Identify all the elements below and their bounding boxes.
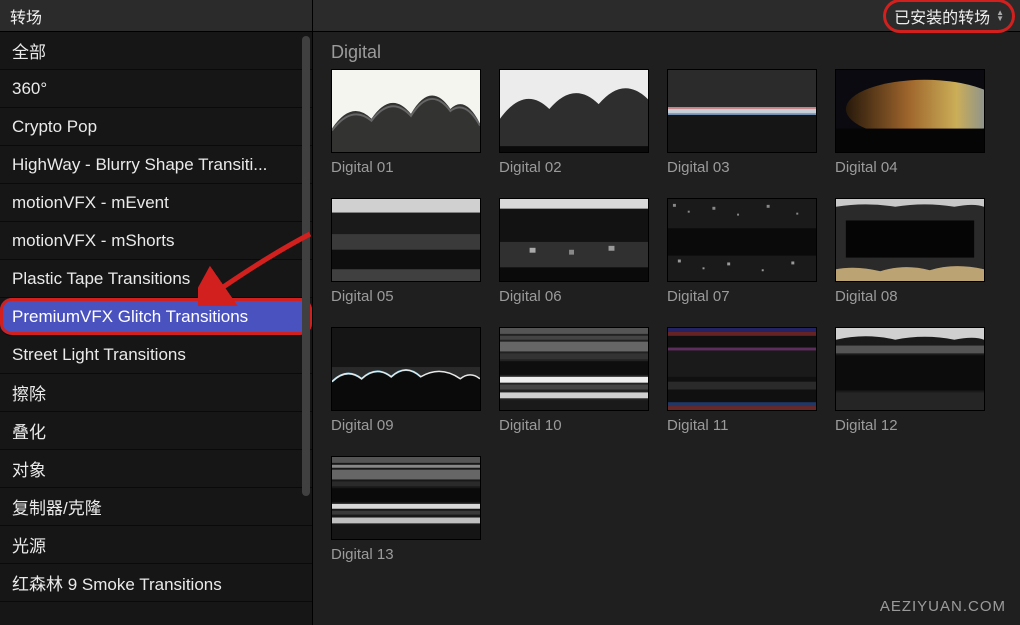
thumbnail-grid: Digital 01 Digital 02 [331, 69, 1010, 563]
thumbnail-digital-02 [499, 69, 649, 153]
sidebar-item-red-forest[interactable]: 红森林 9 Smoke Transitions [0, 564, 312, 602]
grid-item[interactable]: Digital 06 [499, 198, 649, 305]
thumbnail-digital-12 [835, 327, 985, 411]
sidebar-item-360[interactable]: 360° [0, 70, 312, 108]
sidebar: 转场 全部 360° Crypto Pop HighWay - Blurry S… [0, 0, 313, 625]
thumbnail-label: Digital 09 [331, 417, 481, 434]
sidebar-item-light[interactable]: 光源 [0, 526, 312, 564]
sidebar-item-replicator[interactable]: 复制器/克隆 [0, 488, 312, 526]
grid-item[interactable]: Digital 05 [331, 198, 481, 305]
thumbnail-digital-09 [331, 327, 481, 411]
thumbnail-digital-10 [499, 327, 649, 411]
section-title: Digital [331, 42, 1010, 63]
thumbnail-label: Digital 01 [331, 159, 481, 176]
sidebar-item-highway[interactable]: HighWay - Blurry Shape Transiti... [0, 146, 312, 184]
thumbnail-label: Digital 04 [835, 159, 985, 176]
thumbnail-area: Digital Digital 01 [313, 32, 1020, 625]
grid-item[interactable]: Digital 03 [667, 69, 817, 176]
sidebar-title: 转场 [0, 0, 312, 32]
thumbnail-label: Digital 06 [499, 288, 649, 305]
thumbnail-digital-11 [667, 327, 817, 411]
grid-item[interactable]: Digital 02 [499, 69, 649, 176]
thumbnail-label: Digital 08 [835, 288, 985, 305]
grid-item[interactable]: Digital 04 [835, 69, 985, 176]
installed-transitions-dropdown[interactable]: 已安装的转场 ▲▼ [886, 2, 1012, 30]
sidebar-item-object[interactable]: 对象 [0, 450, 312, 488]
sidebar-item-all[interactable]: 全部 [0, 32, 312, 70]
main-header: 已安装的转场 ▲▼ [313, 0, 1020, 32]
thumbnail-digital-07 [667, 198, 817, 282]
thumbnail-digital-04 [835, 69, 985, 153]
thumbnail-label: Digital 10 [499, 417, 649, 434]
thumbnail-label: Digital 02 [499, 159, 649, 176]
sidebar-item-dissolve[interactable]: 叠化 [0, 412, 312, 450]
sidebar-item-wipe[interactable]: 擦除 [0, 374, 312, 412]
thumbnail-label: Digital 07 [667, 288, 817, 305]
sidebar-item-premiumvfx-glitch[interactable]: PremiumVFX Glitch Transitions [0, 298, 312, 336]
sidebar-item-plastic-tape[interactable]: Plastic Tape Transitions [0, 260, 312, 298]
dropdown-label: 已安装的转场 [894, 4, 990, 28]
watermark: AEZIYUAN.COM [880, 598, 1006, 615]
chevron-up-down-icon: ▲▼ [996, 10, 1004, 22]
thumbnail-digital-06 [499, 198, 649, 282]
thumbnail-digital-01 [331, 69, 481, 153]
thumbnail-label: Digital 03 [667, 159, 817, 176]
grid-item[interactable]: Digital 11 [667, 327, 817, 434]
thumbnail-label: Digital 05 [331, 288, 481, 305]
grid-item[interactable]: Digital 09 [331, 327, 481, 434]
thumbnail-digital-08 [835, 198, 985, 282]
thumbnail-label: Digital 13 [331, 546, 481, 563]
grid-item[interactable]: Digital 10 [499, 327, 649, 434]
thumbnail-digital-03 [667, 69, 817, 153]
sidebar-scrollbar[interactable] [302, 36, 310, 496]
main-panel: 已安装的转场 ▲▼ Digital Di [313, 0, 1020, 625]
sidebar-item-mevent[interactable]: motionVFX - mEvent [0, 184, 312, 222]
thumbnail-digital-13 [331, 456, 481, 540]
sidebar-item-mshorts[interactable]: motionVFX - mShorts [0, 222, 312, 260]
grid-item[interactable]: Digital 08 [835, 198, 985, 305]
grid-item[interactable]: Digital 07 [667, 198, 817, 305]
sidebar-list: 全部 360° Crypto Pop HighWay - Blurry Shap… [0, 32, 312, 625]
thumbnail-digital-05 [331, 198, 481, 282]
thumbnail-label: Digital 12 [835, 417, 985, 434]
thumbnail-label: Digital 11 [667, 417, 817, 434]
sidebar-item-street-light[interactable]: Street Light Transitions [0, 336, 312, 374]
grid-item[interactable]: Digital 12 [835, 327, 985, 434]
grid-item[interactable]: Digital 13 [331, 456, 481, 563]
grid-item[interactable]: Digital 01 [331, 69, 481, 176]
sidebar-item-crypto-pop[interactable]: Crypto Pop [0, 108, 312, 146]
